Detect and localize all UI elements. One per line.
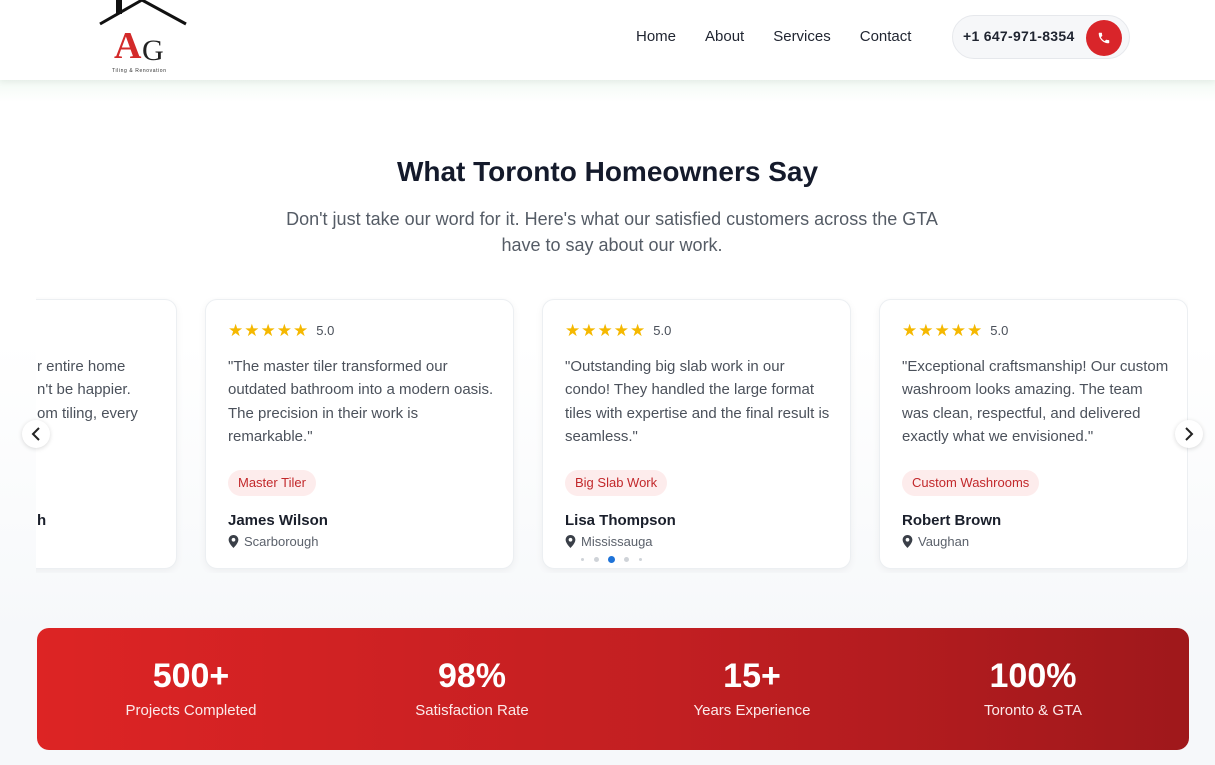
map-pin-icon xyxy=(228,535,239,548)
nav-contact[interactable]: Contact xyxy=(860,27,912,47)
carousel-dot[interactable] xyxy=(639,558,642,561)
rating-value: 5.0 xyxy=(316,323,335,338)
testimonial-quote: "The master tiler transformed our outdat… xyxy=(228,358,494,445)
testimonial-carousel: r entire home n't be happier. om tiling,… xyxy=(36,297,1188,573)
carousel-prev-button[interactable] xyxy=(22,420,50,448)
star-icon: ★ xyxy=(613,321,629,340)
carousel-dot[interactable] xyxy=(624,557,629,562)
main-nav: Home About Services Contact xyxy=(636,27,940,47)
reviewer-location: Scarborough xyxy=(228,534,318,549)
stat-experience: 15+ Years Experience xyxy=(622,656,882,719)
service-tag: Big Slab Work xyxy=(565,470,668,496)
stat-label: Satisfaction Rate xyxy=(415,702,529,719)
testimonial-card: ★ ★ ★ ★ ★ 5.0 "The master tiler transfor… xyxy=(205,299,514,569)
star-icon: ★ xyxy=(276,321,292,340)
house-roof-icon: A G xyxy=(99,0,187,67)
star-icon: ★ xyxy=(902,321,918,340)
location-text: Mississauga xyxy=(581,534,653,549)
stat-satisfaction: 98% Satisfaction Rate xyxy=(342,656,602,719)
star-icon: ★ xyxy=(260,321,276,340)
star-icon: ★ xyxy=(581,321,597,340)
logo-tagline: Tiling & Renovation xyxy=(112,68,167,74)
testimonial-quote: "Exceptional craftsmanship! Our custom w… xyxy=(902,358,1169,445)
carousel-dot[interactable] xyxy=(594,557,599,562)
section-title: What Toronto Homeowners Say xyxy=(396,156,819,187)
svg-text:A: A xyxy=(114,25,142,67)
service-tag: Master Tiler xyxy=(228,470,316,496)
testimonial-card: ★ ★ ★ ★ ★ 5.0 "Outstanding big slab work… xyxy=(542,299,851,569)
reviewer-name: Robert Brown xyxy=(902,512,1002,529)
star-icon: ★ xyxy=(565,321,581,340)
reviewer-name: Lisa Thompson xyxy=(565,512,676,529)
chevron-right-icon xyxy=(1185,427,1194,441)
svg-text:G: G xyxy=(142,34,164,67)
subtitle-line-1: Don't just take our word for it. Here's … xyxy=(286,209,938,229)
stat-value: 100% xyxy=(989,657,1077,695)
testimonial-quote-partial: r entire home n't be happier. om tiling,… xyxy=(37,355,187,425)
quote-line: om tiling, every xyxy=(37,404,138,422)
reviewer-name: James Wilson xyxy=(228,512,328,529)
testimonial-quote: "Outstanding big slab work in our condo!… xyxy=(565,358,830,445)
carousel-dots xyxy=(581,556,645,564)
stat-coverage: 100% Toronto & GTA xyxy=(903,656,1163,719)
carousel-dot[interactable] xyxy=(581,558,584,561)
star-rating: ★ ★ ★ ★ ★ 5.0 xyxy=(565,322,671,340)
carousel-next-button[interactable] xyxy=(1175,420,1203,448)
star-icon: ★ xyxy=(244,321,260,340)
quote-line: r entire home xyxy=(37,358,126,375)
stat-projects: 500+ Projects Completed xyxy=(61,656,321,719)
section-subtitle: Don't just take our word for it. Here's … xyxy=(262,206,962,258)
stat-label: Toronto & GTA xyxy=(983,702,1083,719)
phone-cta[interactable]: +1 647-971-8354 xyxy=(952,15,1130,59)
nav-services[interactable]: Services xyxy=(773,27,831,47)
location-text: Scarborough xyxy=(244,534,319,549)
rating-value: 5.0 xyxy=(653,323,672,338)
rating-value: 5.0 xyxy=(990,323,1009,338)
testimonial-card: ★ ★ ★ ★ ★ 5.0 "Exceptional craftsmanship… xyxy=(879,299,1188,569)
stat-value: 15+ xyxy=(723,657,781,695)
star-icon: ★ xyxy=(597,321,613,340)
logo[interactable]: A G Tiling & Renovation xyxy=(98,0,190,78)
star-rating: ★ ★ ★ ★ ★ 5.0 xyxy=(228,322,334,340)
reviewer-location: Vaughan xyxy=(902,534,969,549)
nav-home[interactable]: Home xyxy=(636,27,676,47)
stats-banner: 500+ Projects Completed 98% Satisfaction… xyxy=(37,628,1189,750)
star-icon: ★ xyxy=(630,321,646,340)
phone-number[interactable]: +1 647-971-8354 xyxy=(963,28,1075,44)
carousel-dot-active[interactable] xyxy=(608,556,615,563)
star-icon: ★ xyxy=(950,321,966,340)
star-icon: ★ xyxy=(228,321,244,340)
chevron-left-icon xyxy=(31,427,40,441)
subtitle-line-2: have to say about our work. xyxy=(501,235,723,255)
star-rating: ★ ★ ★ ★ ★ 5.0 xyxy=(902,322,1008,340)
testimonial-card-partial: r entire home n't be happier. om tiling,… xyxy=(36,299,177,569)
stat-label: Projects Completed xyxy=(125,702,257,719)
star-icon: ★ xyxy=(934,321,950,340)
star-icon: ★ xyxy=(293,321,309,340)
reviewer-name-partial: h xyxy=(37,512,47,529)
phone-icon xyxy=(1098,32,1110,44)
reviewer-location: Mississauga xyxy=(565,534,653,549)
site-header: A G Tiling & Renovation Home About Servi… xyxy=(0,0,1215,80)
location-text: Vaughan xyxy=(918,534,970,549)
nav-about[interactable]: About xyxy=(705,27,744,47)
service-tag: Custom Washrooms xyxy=(902,470,1040,496)
quote-line: n't be happier. xyxy=(37,381,131,399)
map-pin-icon xyxy=(902,535,913,548)
stat-value: 98% xyxy=(437,657,507,695)
stat-value: 500+ xyxy=(152,657,230,695)
call-button[interactable] xyxy=(1086,20,1122,56)
stat-label: Years Experience xyxy=(693,702,811,719)
star-icon: ★ xyxy=(967,321,983,340)
star-icon: ★ xyxy=(918,321,934,340)
map-pin-icon xyxy=(565,535,576,548)
